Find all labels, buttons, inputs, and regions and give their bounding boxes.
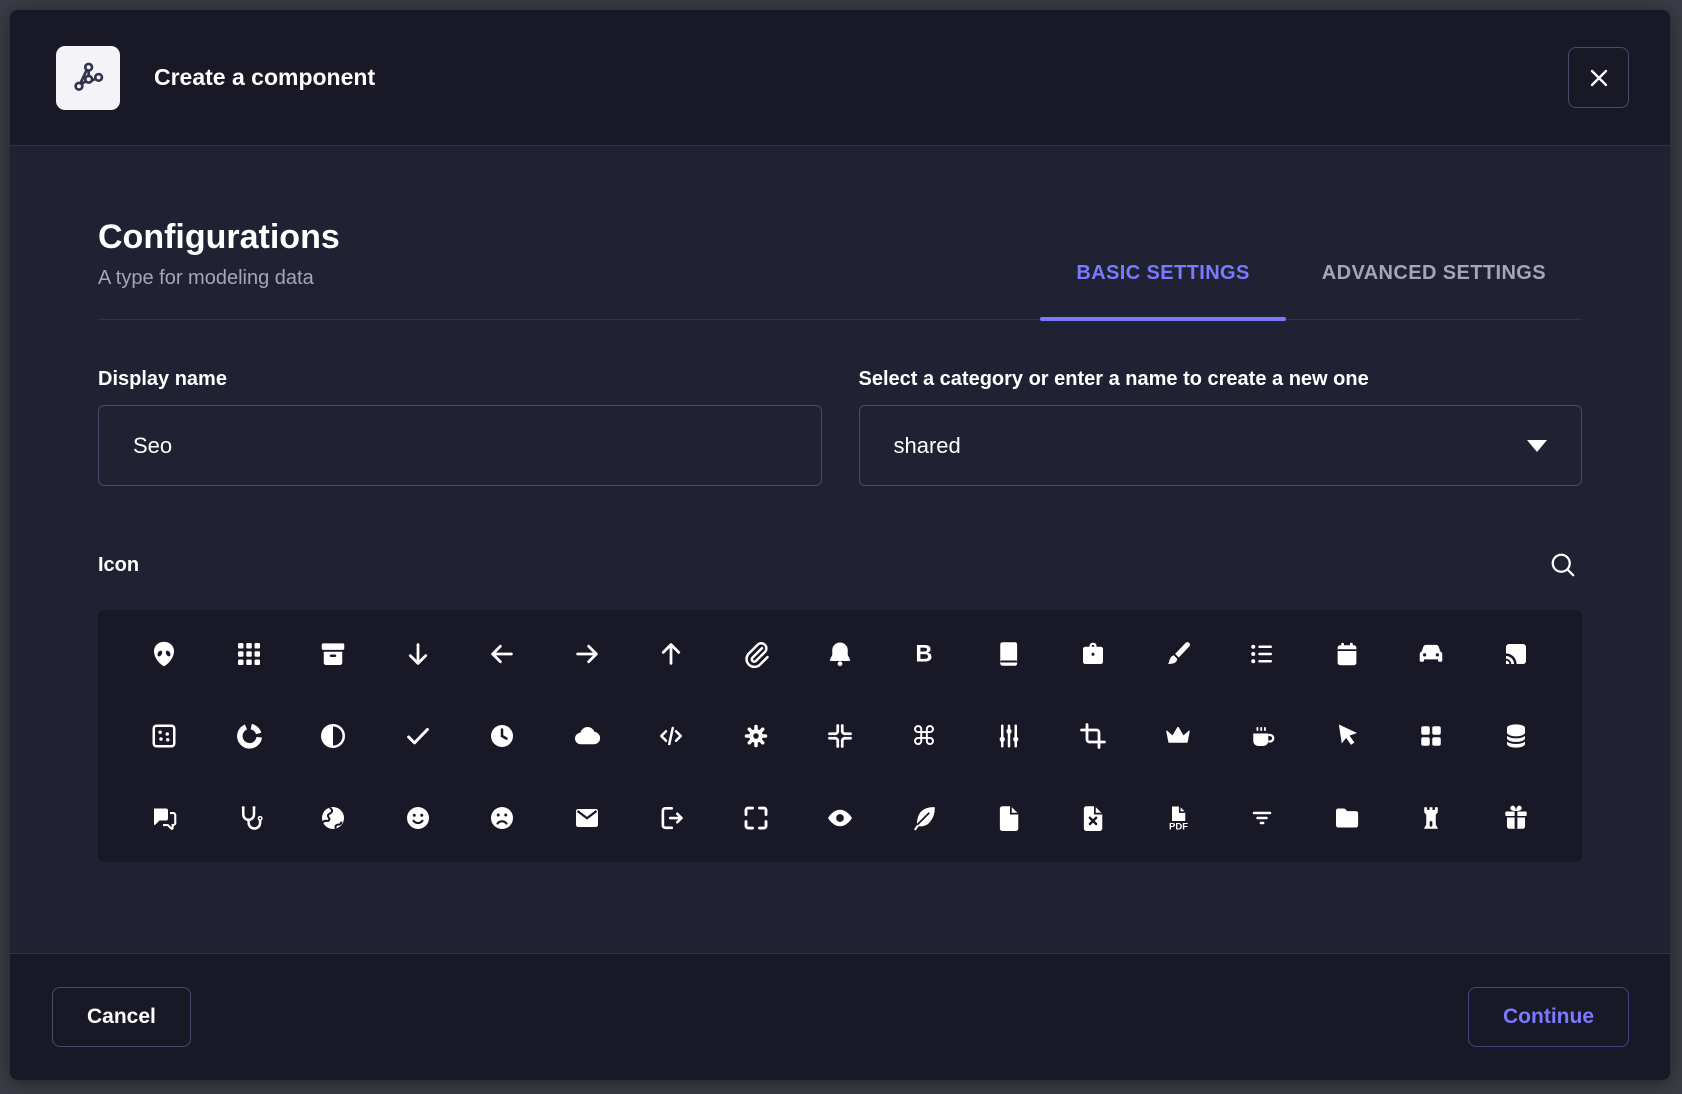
icon-option-arrow-left[interactable]	[460, 613, 544, 695]
icon-option-briefcase[interactable]	[1051, 613, 1135, 695]
icon-option-cloud[interactable]	[544, 695, 628, 777]
modal-footer: Cancel Continue	[10, 953, 1670, 1080]
icon-option-exit[interactable]	[629, 777, 713, 859]
section-heading: Configurations A type for modeling data	[98, 218, 340, 319]
icon-option-arrow-right[interactable]	[544, 613, 628, 695]
icon-option-check[interactable]	[375, 695, 459, 777]
icon-option-eye[interactable]	[798, 777, 882, 859]
display-name-field: Display name	[98, 368, 822, 486]
icon-option-database[interactable]	[1474, 695, 1558, 777]
icon-option-envelope[interactable]	[544, 777, 628, 859]
icon-option-file-pdf[interactable]: PDF	[1136, 777, 1220, 859]
icon-option-bold[interactable]: B	[882, 613, 966, 695]
cancel-button[interactable]: Cancel	[52, 987, 191, 1047]
search-icon	[1548, 550, 1578, 580]
display-name-label: Display name	[98, 368, 822, 391]
tab-basic-settings[interactable]: BASIC SETTINGS	[1040, 262, 1285, 319]
icon-option-collapse[interactable]	[798, 695, 882, 777]
section-heading-row: Configurations A type for modeling data …	[98, 218, 1582, 320]
tab-advanced-settings[interactable]: ADVANCED SETTINGS	[1286, 262, 1582, 319]
category-field: Select a category or enter a name to cre…	[859, 368, 1583, 486]
icon-option-fort[interactable]	[1389, 777, 1473, 859]
icon-option-file-error[interactable]	[1051, 777, 1135, 859]
modal-header: Create a component	[10, 10, 1670, 146]
svg-text:B: B	[916, 641, 933, 668]
icon-option-earth[interactable]	[291, 777, 375, 859]
svg-text:⌘: ⌘	[911, 722, 937, 751]
icon-option-alien[interactable]	[122, 613, 206, 695]
icon-option-apps[interactable]	[206, 613, 290, 695]
icon-option-cursor[interactable]	[1305, 695, 1389, 777]
icon-option-bullet-list[interactable]	[1220, 613, 1304, 695]
modal-title: Create a component	[154, 64, 375, 91]
icon-grid: B ⌘ PDF	[98, 610, 1582, 862]
icon-option-dashboard[interactable]	[1389, 695, 1473, 777]
icon-picker-section: Icon B ⌘ PDF	[98, 546, 1582, 862]
icon-option-file[interactable]	[967, 777, 1051, 859]
icon-option-attachment[interactable]	[713, 613, 797, 695]
icon-option-emotion-unhappy[interactable]	[460, 777, 544, 859]
icon-option-gift[interactable]	[1474, 777, 1558, 859]
category-select-value: shared	[894, 433, 961, 459]
close-icon	[1585, 64, 1613, 92]
icon-option-arrow-up[interactable]	[629, 613, 713, 695]
icon-option-code[interactable]	[629, 695, 713, 777]
icon-option-arrow-down[interactable]	[375, 613, 459, 695]
continue-button[interactable]: Continue	[1468, 987, 1629, 1047]
page-title: Configurations	[98, 218, 340, 257]
icon-option-bell[interactable]	[798, 613, 882, 695]
icon-option-chart-pie[interactable]	[291, 695, 375, 777]
settings-tabs: BASIC SETTINGS ADVANCED SETTINGS	[1040, 262, 1582, 319]
icon-search-button[interactable]	[1544, 546, 1582, 584]
svg-text:PDF: PDF	[1169, 821, 1188, 832]
icon-option-archive[interactable]	[291, 613, 375, 695]
icon-option-calendar[interactable]	[1305, 613, 1389, 695]
icon-option-crown[interactable]	[1136, 695, 1220, 777]
page-subtitle: A type for modeling data	[98, 265, 340, 291]
close-button[interactable]	[1568, 47, 1629, 108]
create-component-modal: Create a component Configurations A type…	[10, 10, 1670, 1080]
icon-option-chart-circle[interactable]	[206, 695, 290, 777]
icon-option-book[interactable]	[967, 613, 1051, 695]
icon-option-doctor[interactable]	[206, 777, 290, 859]
icon-option-feather[interactable]	[882, 777, 966, 859]
modal-body: Configurations A type for modeling data …	[10, 146, 1670, 953]
form-fields-row: Display name Select a category or enter …	[98, 368, 1582, 486]
icon-option-discuss[interactable]	[122, 777, 206, 859]
icon-option-connector[interactable]	[967, 695, 1051, 777]
icon-label-row: Icon	[98, 546, 1582, 584]
icon-option-cast[interactable]	[1474, 613, 1558, 695]
icon-option-emotion-happy[interactable]	[375, 777, 459, 859]
icon-option-crop[interactable]	[1051, 695, 1135, 777]
icon-option-folder[interactable]	[1305, 777, 1389, 859]
icon-option-brush[interactable]	[1136, 613, 1220, 695]
icon-option-expand[interactable]	[713, 777, 797, 859]
chevron-down-icon	[1527, 440, 1547, 452]
icon-option-command[interactable]: ⌘	[882, 695, 966, 777]
icon-picker-label: Icon	[98, 554, 139, 577]
category-select[interactable]: shared	[859, 405, 1583, 486]
icon-option-cog[interactable]	[713, 695, 797, 777]
icon-option-chart-bubble[interactable]	[122, 695, 206, 777]
icon-option-filter[interactable]	[1220, 777, 1304, 859]
icon-option-car[interactable]	[1389, 613, 1473, 695]
icon-option-cup[interactable]	[1220, 695, 1304, 777]
icon-option-clock[interactable]	[460, 695, 544, 777]
component-icon	[56, 46, 120, 110]
category-label: Select a category or enter a name to cre…	[859, 368, 1583, 391]
display-name-input[interactable]	[98, 405, 822, 486]
